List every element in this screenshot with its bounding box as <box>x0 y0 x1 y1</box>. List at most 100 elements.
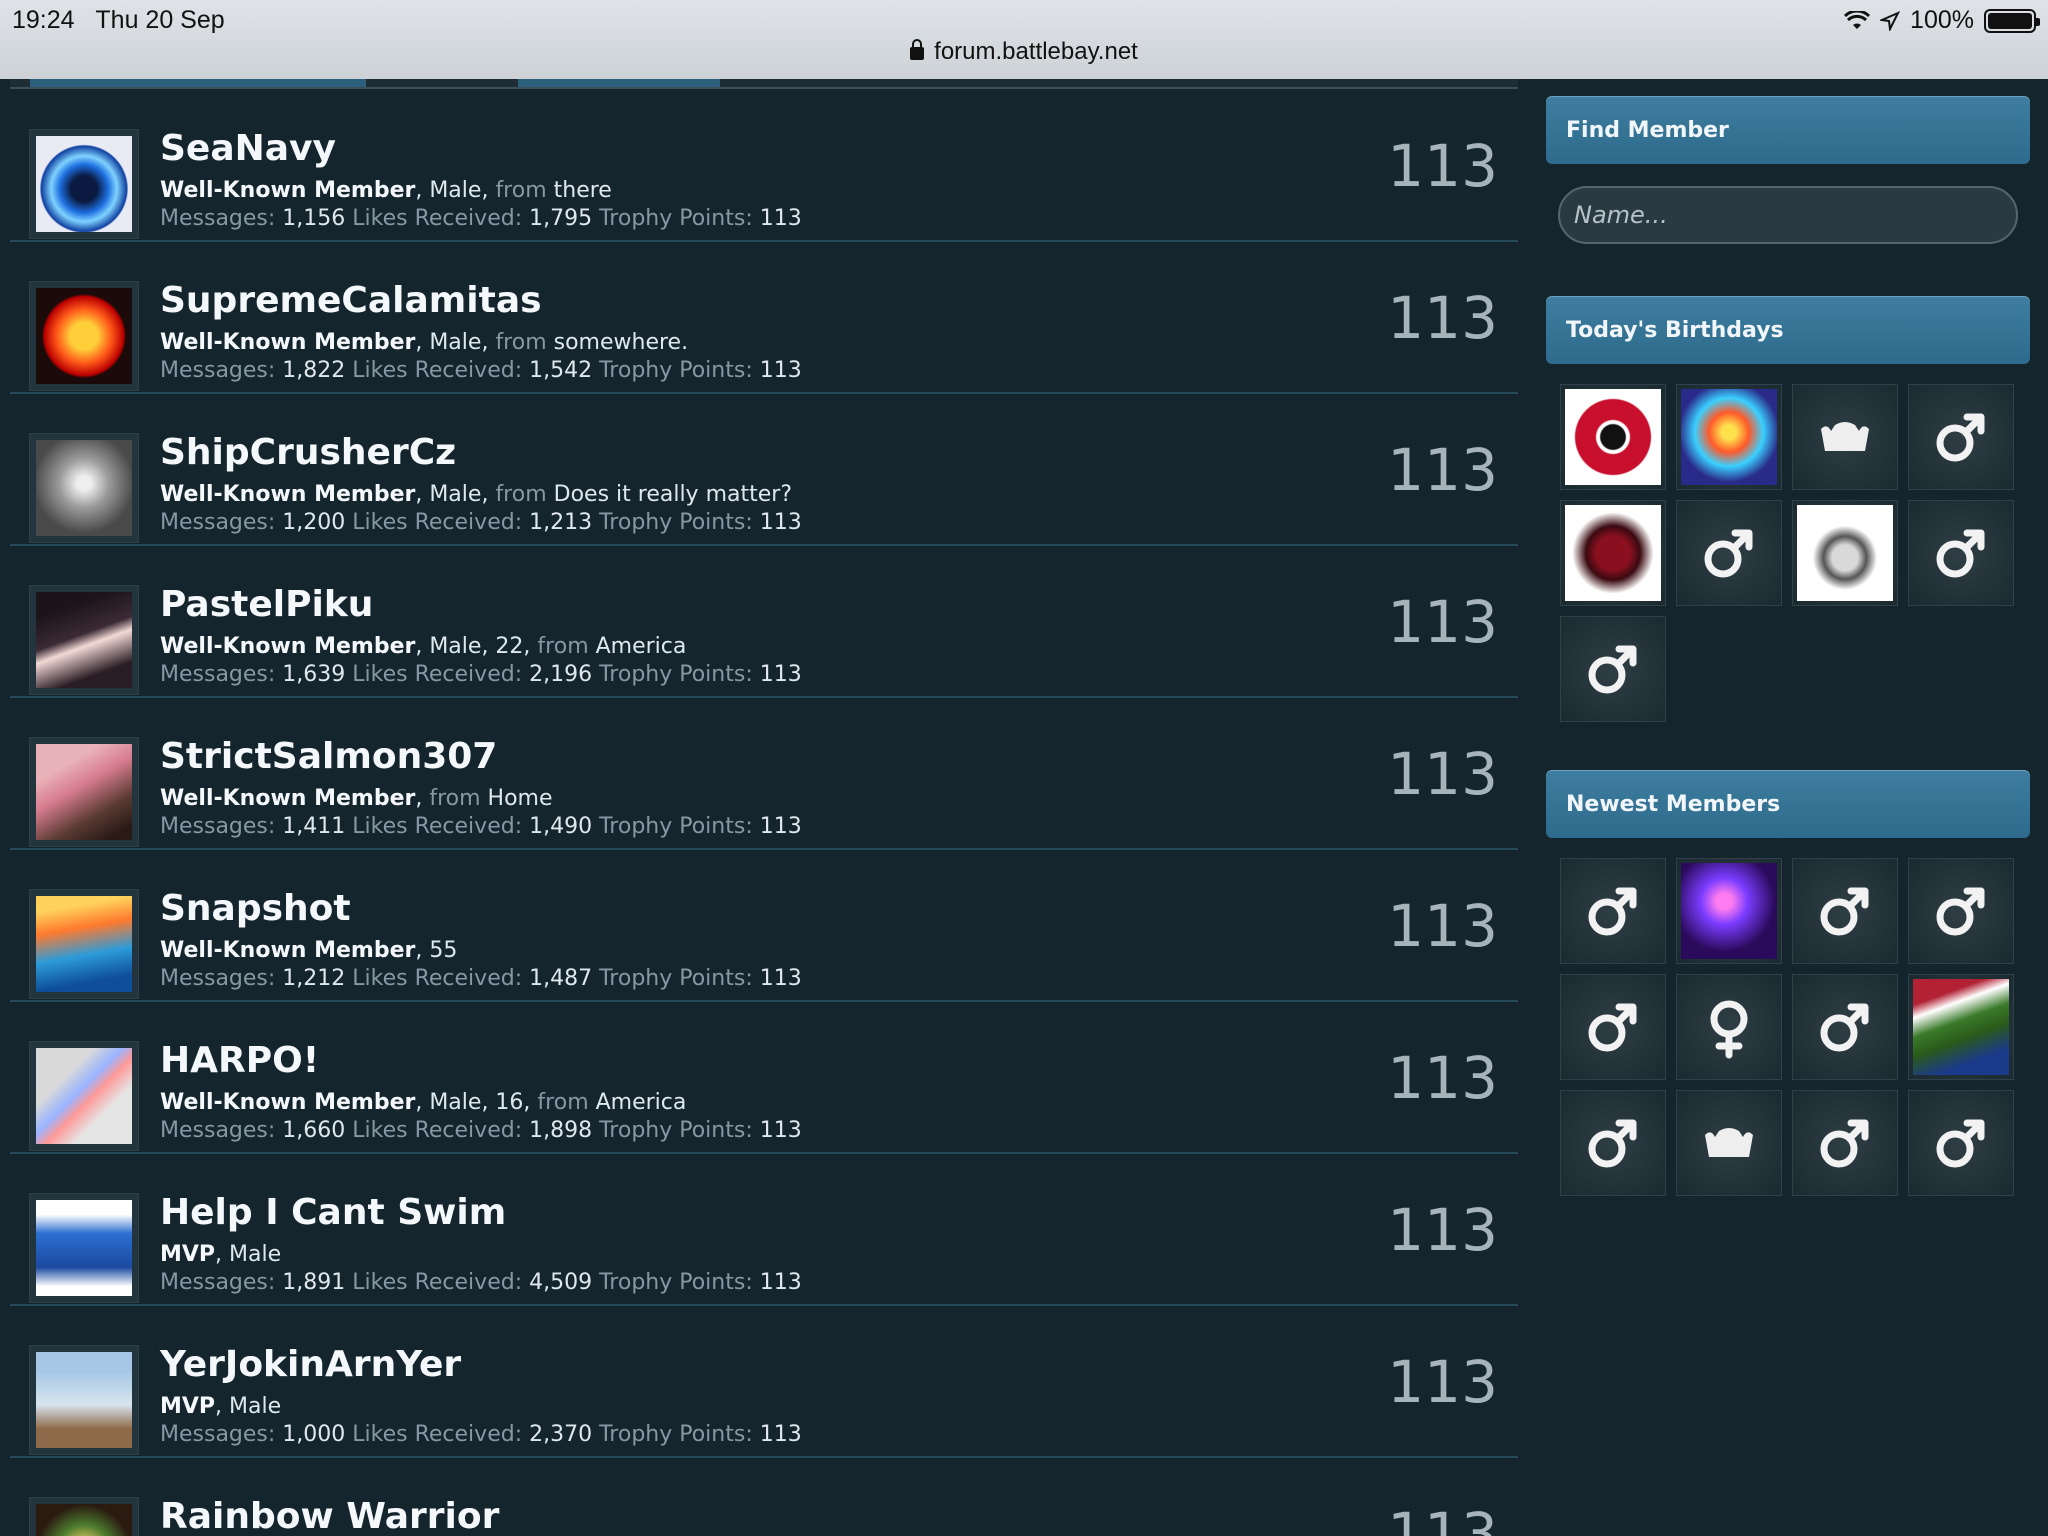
member-row: PastelPiku Well-Known Member, Male, 22, … <box>10 546 1518 698</box>
location-icon <box>1880 10 1901 31</box>
member-info: Well-Known Member, Male, from there <box>160 178 612 203</box>
birthdays-grid <box>1560 384 2030 722</box>
member-name-link[interactable]: YerJokinArnYer <box>160 1344 461 1385</box>
url-bar[interactable]: forum.battlebay.net <box>0 38 2048 66</box>
member-score: 113 <box>1387 588 1498 656</box>
member-score: 113 <box>1387 1044 1498 1112</box>
member-row: Snapshot Well-Known Member, 55 Messages:… <box>10 850 1518 1002</box>
member-title: MVP <box>160 1242 216 1267</box>
newest-members-grid <box>1560 858 2030 1196</box>
member-title: Well-Known Member <box>160 938 416 963</box>
male-avatar-icon[interactable] <box>1792 974 1898 1080</box>
deadpool-avatar[interactable] <box>1560 384 1666 490</box>
member-title: MVP <box>160 1394 216 1419</box>
member-row: StrictSalmon307 Well-Known Member, from … <box>10 698 1518 850</box>
member-stats: Messages: 1,212 Likes Received: 1,487 Tr… <box>160 966 802 991</box>
member-avatar[interactable] <box>30 890 138 998</box>
member-score: 113 <box>1387 132 1498 200</box>
member-row: ShipCrusherCz Well-Known Member, Male, f… <box>10 394 1518 546</box>
member-score: 113 <box>1387 284 1498 352</box>
member-row: SeaNavy Well-Known Member, Male, from th… <box>10 90 1518 242</box>
member-avatar[interactable] <box>30 130 138 238</box>
male-avatar-icon[interactable] <box>1908 500 2014 606</box>
member-list: SeaNavy Well-Known Member, Male, from th… <box>10 90 1518 1536</box>
member-score: 113 <box>1387 740 1498 808</box>
find-member-header: Find Member <box>1546 96 2030 164</box>
skull-avatar[interactable] <box>1676 384 1782 490</box>
neon-avatar[interactable] <box>1676 858 1782 964</box>
member-name-link[interactable]: ShipCrusherCz <box>160 432 456 473</box>
member-avatar[interactable] <box>30 586 138 694</box>
eagle-avatar[interactable] <box>1560 500 1666 606</box>
member-score: 113 <box>1387 1500 1498 1536</box>
male-avatar-icon[interactable] <box>1792 858 1898 964</box>
member-avatar[interactable] <box>30 1042 138 1150</box>
member-name-link[interactable]: PastelPiku <box>160 584 373 625</box>
member-info: MVP, Male <box>160 1242 282 1267</box>
tab-strip <box>10 79 1518 89</box>
member-avatar[interactable] <box>30 738 138 846</box>
member-name-link[interactable]: Rainbow Warrior <box>160 1496 499 1536</box>
member-stats: Messages: 1,891 Likes Received: 4,509 Tr… <box>160 1270 802 1295</box>
member-name-link[interactable]: Snapshot <box>160 888 351 929</box>
male-avatar-icon[interactable] <box>1676 500 1782 606</box>
flag-avatar[interactable] <box>1908 974 2014 1080</box>
member-info: Well-Known Member, Male, from somewhere. <box>160 330 689 355</box>
member-stats: Messages: 1,000 Likes Received: 2,370 Tr… <box>160 1422 802 1447</box>
member-title: Well-Known Member <box>160 1090 416 1115</box>
member-score: 113 <box>1387 892 1498 960</box>
member-row: YerJokinArnYer MVP, Male Messages: 1,000… <box>10 1306 1518 1458</box>
status-time: 19:24 Thu 20 Sep <box>12 6 225 34</box>
male-avatar-icon[interactable] <box>1560 974 1666 1080</box>
find-member-input[interactable] <box>1558 186 2018 244</box>
sidebar: Find Member Today's Birthdays Newest Mem… <box>1546 96 2030 1196</box>
member-name-link[interactable]: SupremeCalamitas <box>160 280 542 321</box>
female-avatar-icon[interactable] <box>1676 974 1782 1080</box>
penguin-avatar[interactable] <box>1792 500 1898 606</box>
member-title: Well-Known Member <box>160 482 416 507</box>
wifi-icon <box>1844 10 1871 29</box>
member-avatar[interactable] <box>30 434 138 542</box>
male-avatar-icon[interactable] <box>1908 384 2014 490</box>
member-stats: Messages: 1,200 Likes Received: 1,213 Tr… <box>160 510 802 535</box>
member-info: Well-Known Member, Male, 16, from Americ… <box>160 1090 687 1115</box>
member-name-link[interactable]: StrictSalmon307 <box>160 736 497 777</box>
lock-icon <box>910 39 925 60</box>
male-avatar-icon[interactable] <box>1560 616 1666 722</box>
member-stats: Messages: 1,156 Likes Received: 1,795 Tr… <box>160 206 802 231</box>
male-avatar-icon[interactable] <box>1560 1090 1666 1196</box>
member-title: Well-Known Member <box>160 634 416 659</box>
member-info: Well-Known Member, Male, 22, from Americ… <box>160 634 687 659</box>
member-name-link[interactable]: Help I Cant Swim <box>160 1192 506 1233</box>
member-name-link[interactable]: HARPO! <box>160 1040 319 1081</box>
male-avatar-icon[interactable] <box>1792 1090 1898 1196</box>
member-name-link[interactable]: SeaNavy <box>160 128 336 169</box>
member-row: HARPO! Well-Known Member, Male, 16, from… <box>10 1002 1518 1154</box>
browser-topbar: 19:24 Thu 20 Sep 100% forum.battlebay.ne… <box>0 0 2048 79</box>
member-avatar[interactable] <box>30 1346 138 1454</box>
member-row: Help I Cant Swim MVP, Male Messages: 1,8… <box>10 1154 1518 1306</box>
member-avatar[interactable] <box>30 282 138 390</box>
member-avatar[interactable] <box>30 1194 138 1302</box>
member-avatar[interactable] <box>30 1498 138 1536</box>
member-title: Well-Known Member <box>160 330 416 355</box>
member-info: Well-Known Member, 55 <box>160 938 458 963</box>
battery-icon <box>1984 8 2040 33</box>
battery-percent: 100% <box>1910 6 1974 34</box>
member-info: Well-Known Member, Male, from Does it re… <box>160 482 792 507</box>
member-row: SupremeCalamitas Well-Known Member, Male… <box>10 242 1518 394</box>
member-title: Well-Known Member <box>160 178 416 203</box>
member-row: Rainbow Warrior Messages: Likes Received… <box>10 1458 1518 1536</box>
default-ship-icon[interactable] <box>1676 1090 1782 1196</box>
member-stats: Messages: 1,822 Likes Received: 1,542 Tr… <box>160 358 802 383</box>
newest-members-header: Newest Members <box>1546 770 2030 838</box>
male-avatar-icon[interactable] <box>1908 858 2014 964</box>
male-avatar-icon[interactable] <box>1908 1090 2014 1196</box>
member-stats: Messages: 1,660 Likes Received: 1,898 Tr… <box>160 1118 802 1143</box>
default-ship-icon[interactable] <box>1792 384 1898 490</box>
male-avatar-icon[interactable] <box>1560 858 1666 964</box>
member-score: 113 <box>1387 436 1498 504</box>
member-stats: Messages: 1,411 Likes Received: 1,490 Tr… <box>160 814 802 839</box>
member-title: Well-Known Member <box>160 786 416 811</box>
member-score: 113 <box>1387 1348 1498 1416</box>
